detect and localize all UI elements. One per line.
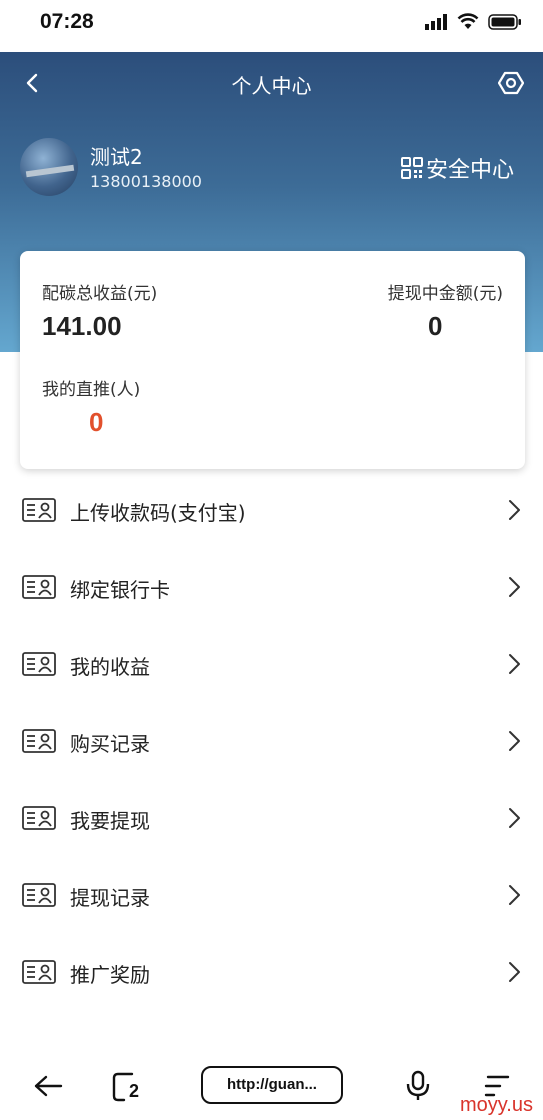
id-card-icon: [22, 806, 56, 830]
watermark: moyy.us: [460, 1094, 533, 1116]
browser-back-arrow-icon[interactable]: [33, 1074, 63, 1098]
avatar[interactable]: [20, 138, 78, 196]
id-card-icon: [22, 960, 56, 984]
menu-item-label: 我要提现: [70, 809, 150, 833]
address-bar[interactable]: http://guan...: [201, 1066, 343, 1104]
id-card-icon: [22, 883, 56, 907]
microphone-icon[interactable]: [405, 1070, 431, 1102]
qr-grid-icon: [401, 157, 423, 179]
profile-menu: 上传收款码(支付宝) 绑定银行卡 我的收益 购买记录 我要提现 提现记录 推广奖…: [0, 471, 543, 1010]
user-phone: 13800138000: [90, 172, 202, 191]
security-center-button[interactable]: 安全中心: [400, 152, 514, 184]
page-title: 个人中心: [231, 74, 312, 98]
withdrawing-amount-value: 0: [428, 311, 443, 341]
status-bar: 07:28: [0, 0, 543, 52]
withdrawing-amount-label: 提现中金额(元): [387, 284, 503, 304]
menu-item-label: 绑定银行卡: [70, 578, 170, 602]
chevron-right-icon: [509, 962, 520, 982]
chevron-right-icon: [509, 500, 520, 520]
menu-item[interactable]: 我要提现: [0, 779, 543, 856]
battery-icon: [488, 14, 521, 30]
id-card-icon: [22, 652, 56, 676]
total-income-value: 141.00: [42, 311, 122, 341]
menu-item-label: 提现记录: [70, 886, 150, 910]
total-income-label: 配碳总收益(元): [42, 284, 158, 304]
chevron-right-icon: [509, 654, 520, 674]
menu-item[interactable]: 推广奖励: [0, 933, 543, 1010]
status-time: 07:28: [40, 10, 94, 33]
menu-item-label: 推广奖励: [70, 963, 150, 987]
menu-item[interactable]: 绑定银行卡: [0, 548, 543, 625]
id-card-icon: [22, 729, 56, 753]
menu-item[interactable]: 我的收益: [0, 625, 543, 702]
menu-item[interactable]: 上传收款码(支付宝): [0, 471, 543, 548]
tabs-button[interactable]: 2: [112, 1072, 146, 1102]
menu-item-label: 我的收益: [70, 655, 150, 679]
direct-referrals-label: 我的直推(人): [42, 380, 141, 400]
id-card-icon: [22, 498, 56, 522]
id-card-icon: [22, 575, 56, 599]
chevron-right-icon: [509, 731, 520, 751]
menu-item-label: 购买记录: [70, 732, 150, 756]
user-name: 测试2: [90, 145, 143, 169]
chevron-right-icon: [509, 577, 520, 597]
menu-item-label: 上传收款码(支付宝): [70, 501, 246, 525]
chevron-right-icon: [509, 808, 520, 828]
earnings-card: 配碳总收益(元) 141.00 提现中金额(元) 0 我的直推(人) 0: [20, 251, 525, 469]
chevron-right-icon: [509, 885, 520, 905]
menu-item[interactable]: 提现记录: [0, 856, 543, 933]
menu-item[interactable]: 购买记录: [0, 702, 543, 779]
cellular-signal-icon: [425, 14, 447, 30]
direct-referrals-value[interactable]: 0: [89, 407, 103, 438]
settings-gear-icon[interactable]: [498, 70, 524, 96]
tabs-count: 2: [129, 1081, 140, 1101]
wifi-icon: [457, 13, 479, 29]
security-center-label: 安全中心: [426, 158, 515, 183]
